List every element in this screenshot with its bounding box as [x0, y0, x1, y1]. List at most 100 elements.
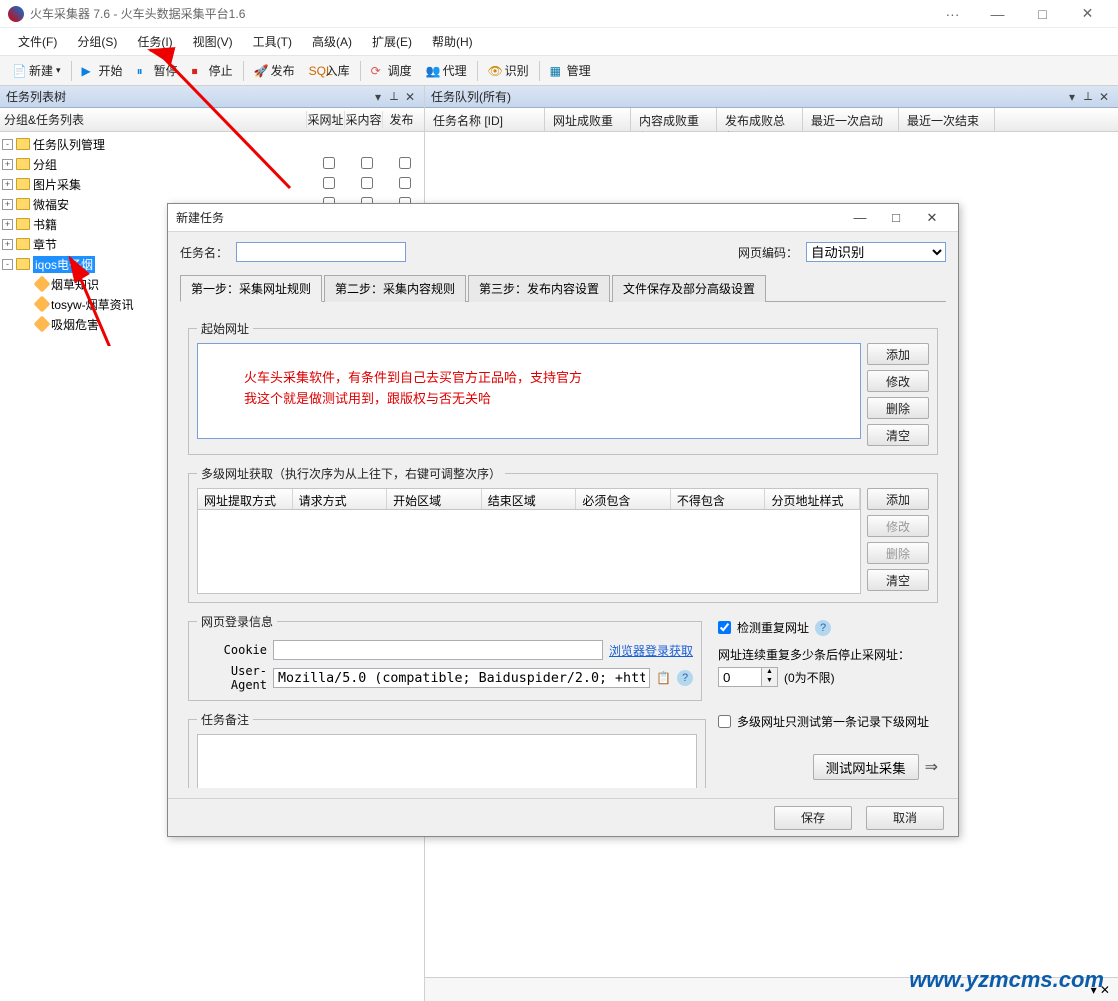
left-pane-header: 任务列表树 ▾ ⟂ ✕	[0, 86, 424, 108]
dialog-min[interactable]: —	[842, 206, 878, 230]
multiurl-grid-body[interactable]	[197, 510, 861, 594]
task-name-input[interactable]	[236, 242, 406, 262]
minimize-button[interactable]: —	[975, 0, 1020, 28]
sql-icon: SQL	[309, 64, 323, 78]
ua-input[interactable]	[273, 668, 650, 688]
encoding-select[interactable]: 自动识别	[806, 242, 946, 262]
tree-checkbox[interactable]	[361, 177, 373, 189]
notes-textarea[interactable]	[197, 734, 697, 788]
stop-hint: (0为不限)	[784, 669, 835, 686]
multitest-checkbox[interactable]	[718, 715, 731, 728]
multitest-label: 多级网址只测试第一条记录下级网址	[737, 713, 929, 730]
watermark: www.yzmcms.com	[909, 967, 1104, 993]
tree-item[interactable]: +分组	[0, 154, 424, 174]
tree-checkbox[interactable]	[361, 157, 373, 169]
browser-login-link[interactable]: 浏览器登录获取	[609, 642, 693, 659]
queue-columns: 任务名称 [ID]网址成败重复内容成败重复发布成败总数最近一次启动于最近一次结束…	[425, 108, 1118, 132]
multiurl-del[interactable]: 删除	[867, 542, 929, 564]
cookie-label: Cookie	[197, 643, 267, 657]
multiurl-clear[interactable]: 清空	[867, 569, 929, 591]
starturl-add[interactable]: 添加	[867, 343, 929, 365]
tab-step3[interactable]: 第三步：发布内容设置	[468, 275, 610, 302]
tree-col-publish: 发布	[382, 111, 420, 128]
tree-item[interactable]: +图片采集	[0, 174, 424, 194]
help-icon[interactable]: ?	[677, 670, 693, 686]
pane-pin-icon[interactable]: ⟂	[1080, 89, 1096, 104]
pane-close-icon[interactable]: ✕	[402, 90, 418, 104]
dialog-close[interactable]: ✕	[914, 206, 950, 230]
multiurl-edit[interactable]: 修改	[867, 515, 929, 537]
stop-count-input[interactable]	[719, 668, 761, 686]
notes-legend: 任务备注	[197, 711, 253, 728]
folder-icon	[16, 258, 30, 270]
pause-icon: ⏸	[137, 64, 151, 78]
tab-advanced[interactable]: 文件保存及部分高级设置	[612, 275, 766, 302]
queue-col[interactable]: 最近一次启动于	[803, 108, 899, 131]
tag-icon	[34, 276, 51, 293]
menu-group[interactable]: 分组(S)	[67, 29, 127, 54]
right-pane-header: 任务队列(所有) ▾ ⟂ ✕	[425, 86, 1118, 108]
multiurl-add[interactable]: 添加	[867, 488, 929, 510]
tree-checkbox[interactable]	[399, 157, 411, 169]
queue-col[interactable]: 任务名称 [ID]	[425, 108, 545, 131]
queue-col[interactable]: 内容成败重复	[631, 108, 717, 131]
tb-pause[interactable]: ⏸暂停	[131, 60, 184, 81]
tb-storage[interactable]: SQL入库	[303, 60, 356, 81]
menu-help[interactable]: 帮助(H)	[422, 29, 483, 54]
check-dup-checkbox[interactable]	[718, 621, 731, 634]
folder-icon	[16, 158, 30, 170]
save-button[interactable]: 保存	[774, 806, 852, 830]
tab-step1[interactable]: 第一步：采集网址规则	[180, 275, 322, 302]
starturl-edit[interactable]: 修改	[867, 370, 929, 392]
tb-stop[interactable]: ⏹停止	[186, 60, 239, 81]
tree-checkbox[interactable]	[323, 177, 335, 189]
start-url-textarea[interactable]: 火车头采集软件，有条件到自己去买官方正品哈，支持官方 我这个就是做测试用到，跟版…	[197, 343, 861, 439]
starturl-del[interactable]: 删除	[867, 397, 929, 419]
tb-manage[interactable]: ▦管理	[544, 60, 597, 81]
tb-recognize[interactable]: 👁识别	[482, 60, 535, 81]
menu-extend[interactable]: 扩展(E)	[362, 29, 422, 54]
tree-item[interactable]: -任务队列管理	[0, 134, 424, 154]
test-url-button[interactable]: 测试网址采集	[813, 754, 919, 780]
pane-close-icon[interactable]: ✕	[1096, 90, 1112, 104]
tree-checkbox[interactable]	[323, 157, 335, 169]
close-button[interactable]: ✕	[1065, 0, 1110, 28]
tb-proxy[interactable]: 👥代理	[420, 60, 473, 81]
multiurl-grid-header: 网址提取方式请求方式开始区域结束区域必须包含不得包含分页地址样式	[197, 488, 861, 510]
window-options[interactable]: ···	[930, 0, 975, 28]
tb-publish[interactable]: 🚀发布	[248, 60, 301, 81]
multiurl-legend: 多级网址获取（执行次序为从上往下，右键可调整次序）	[197, 465, 505, 482]
tree-col-content: 采内容	[344, 111, 382, 128]
spin-up[interactable]: ▲	[761, 668, 777, 677]
cookie-input[interactable]	[273, 640, 603, 660]
menu-file[interactable]: 文件(F)	[8, 29, 67, 54]
clipboard-icon[interactable]: 📋	[656, 671, 671, 685]
maximize-button[interactable]: □	[1020, 0, 1065, 28]
play-icon: ▶	[82, 64, 96, 78]
dialog-max[interactable]: □	[878, 206, 914, 230]
tag-icon	[34, 316, 51, 333]
tb-start[interactable]: ▶开始	[76, 60, 129, 81]
menu-task[interactable]: 任务(I)	[127, 29, 182, 54]
help-icon[interactable]: ?	[815, 620, 831, 636]
queue-col[interactable]: 网址成败重复	[545, 108, 631, 131]
pane-pin-icon[interactable]: ⟂	[386, 89, 402, 104]
eye-icon: 👁	[488, 64, 502, 78]
starturl-clear[interactable]: 清空	[867, 424, 929, 446]
queue-col[interactable]: 发布成败总数	[717, 108, 803, 131]
menu-view[interactable]: 视图(V)	[183, 29, 243, 54]
pane-dropdown-icon[interactable]: ▾	[370, 90, 386, 104]
tb-schedule[interactable]: ⟳调度	[365, 60, 418, 81]
spin-down[interactable]: ▼	[761, 677, 777, 686]
tab-step2[interactable]: 第二步：采集内容规则	[324, 275, 466, 302]
tree-checkbox[interactable]	[399, 177, 411, 189]
tb-new[interactable]: 📄新建▾	[6, 60, 67, 81]
menu-tools[interactable]: 工具(T)	[243, 29, 302, 54]
folder-icon	[16, 178, 30, 190]
folder-icon	[16, 138, 30, 150]
menu-advanced[interactable]: 高级(A)	[302, 29, 362, 54]
cancel-button[interactable]: 取消	[866, 806, 944, 830]
queue-col[interactable]: 最近一次结束于	[899, 108, 995, 131]
pane-dropdown-icon[interactable]: ▾	[1064, 90, 1080, 104]
menu-bar: 文件(F) 分组(S) 任务(I) 视图(V) 工具(T) 高级(A) 扩展(E…	[0, 28, 1118, 56]
